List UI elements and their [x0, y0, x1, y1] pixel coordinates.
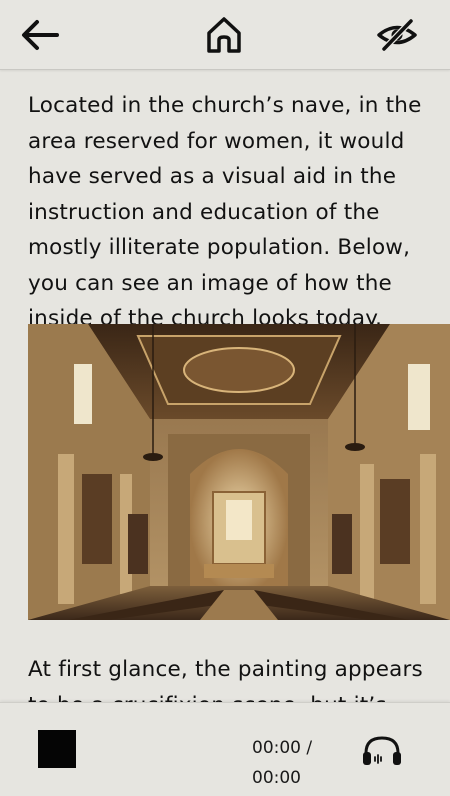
- top-navigation-bar: [0, 0, 450, 70]
- audio-player-bar: 00:00 / 00:00: [0, 702, 450, 796]
- stop-button[interactable]: [38, 730, 76, 768]
- eye-off-icon: [377, 18, 417, 52]
- article-content[interactable]: Located in the church’s nave, in the are…: [0, 70, 450, 702]
- total-time: 00:00: [252, 768, 301, 788]
- article-paragraph: At first glance, the painting appears to…: [28, 657, 423, 702]
- playback-time: 00:00 / 00:00: [252, 733, 312, 793]
- current-time: 00:00 /: [252, 738, 313, 758]
- back-button[interactable]: [16, 12, 62, 58]
- arrow-left-icon: [22, 20, 59, 50]
- church-interior-image: [28, 324, 450, 620]
- audio-output-button[interactable]: [360, 733, 404, 769]
- home-button[interactable]: [201, 12, 247, 58]
- church-nave-photo: [28, 324, 450, 620]
- home-icon: [207, 17, 241, 53]
- hide-text-button[interactable]: [374, 12, 420, 58]
- headphones-icon: [363, 736, 401, 765]
- article-paragraph: Located in the church’s nave, in the are…: [28, 93, 422, 331]
